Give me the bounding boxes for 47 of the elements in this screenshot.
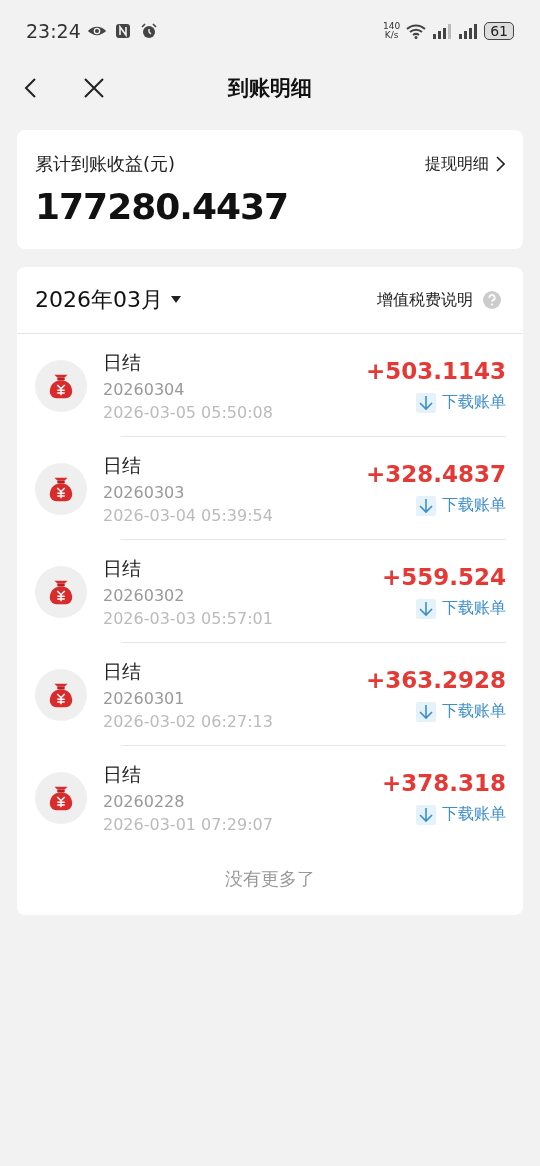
entry-time: 2026-03-02 06:27:13 xyxy=(103,711,274,731)
entry-time: 2026-03-04 05:39:54 xyxy=(103,505,274,525)
download-icon xyxy=(416,495,436,516)
download-bill-link[interactable]: 下载账单 xyxy=(416,495,506,516)
entry-title: 日结 xyxy=(103,555,142,581)
chevron-right-icon xyxy=(495,156,505,172)
entry-title: 日结 xyxy=(103,658,142,684)
entry-amount: +363.2928 xyxy=(365,667,506,693)
download-icon xyxy=(416,598,436,619)
download-icon xyxy=(416,804,436,825)
entry-title: 日结 xyxy=(103,761,142,787)
signal-icon xyxy=(432,23,453,39)
entry-batch: 20260301 xyxy=(103,688,186,708)
tax-info-link[interactable]: 增值税费说明 xyxy=(377,289,501,311)
entry-time: 2026-03-03 05:57:01 xyxy=(103,608,274,628)
help-icon xyxy=(483,291,501,309)
wifi-icon xyxy=(406,23,427,39)
entry-time: 2026-03-01 07:29:07 xyxy=(103,814,274,834)
entry-batch: 20260303 xyxy=(103,482,186,502)
download-icon xyxy=(416,701,436,722)
signal-4g-icon xyxy=(458,23,479,39)
entry-amount: +378.318 xyxy=(381,770,506,796)
month-selector[interactable]: 2026年03月 xyxy=(35,285,181,315)
download-bill-link[interactable]: 下载账单 xyxy=(416,804,506,825)
entry-amount: +559.524 xyxy=(381,564,506,590)
download-bill-link[interactable]: 下载账单 xyxy=(416,392,506,413)
total-label: 累计到账收益(元) xyxy=(35,152,176,176)
entry-batch: 20260302 xyxy=(103,585,186,605)
entry-batch: 20260228 xyxy=(103,791,186,811)
dropdown-icon xyxy=(171,296,181,304)
page-title: 到账明细 xyxy=(228,75,312,102)
entry-title: 日结 xyxy=(103,452,142,478)
withdraw-detail-link[interactable]: 提现明细 xyxy=(425,153,505,175)
entry-batch: 20260304 xyxy=(103,379,186,399)
download-bill-link[interactable]: 下载账单 xyxy=(416,701,506,722)
no-more-text: 没有更多了 xyxy=(224,867,316,891)
entry-amount: +328.4837 xyxy=(365,461,506,487)
entry-title: 日结 xyxy=(103,349,142,375)
network-speed: 140 K/s xyxy=(383,22,401,40)
entry-time: 2026-03-05 05:50:08 xyxy=(103,402,274,422)
close-icon[interactable] xyxy=(82,76,106,100)
download-bill-link[interactable]: 下载账单 xyxy=(416,598,506,619)
entry-amount: +503.1143 xyxy=(365,358,506,384)
battery-icon: 61 xyxy=(484,22,514,40)
download-icon xyxy=(416,392,436,413)
status-time: 23:24 xyxy=(26,20,81,42)
total-amount: 177280.4437 xyxy=(35,186,290,227)
